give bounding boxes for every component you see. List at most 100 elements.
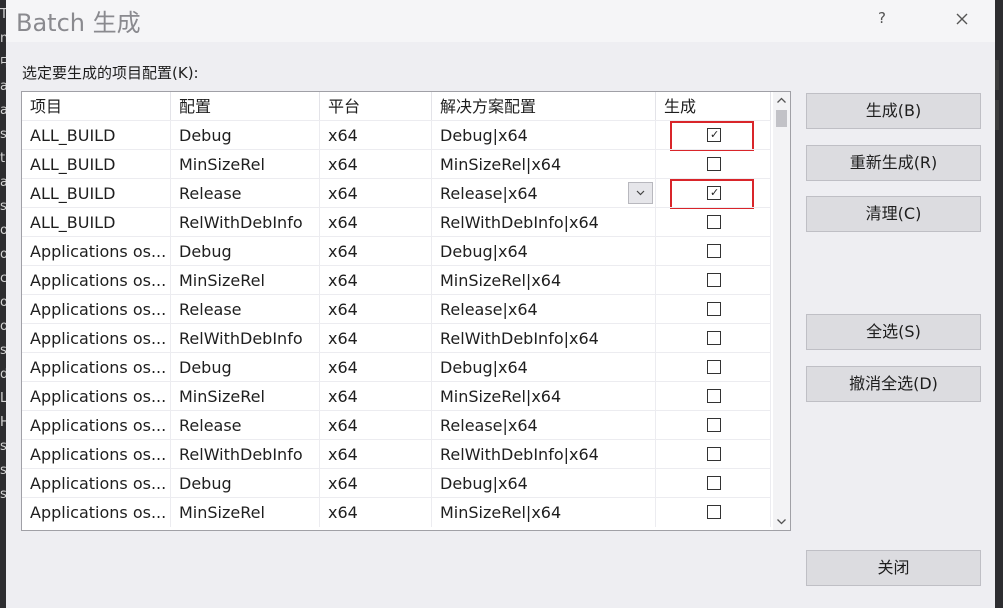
build-checkbox[interactable]: ✓ [707,186,721,200]
column-header-platform[interactable]: 平台 [320,92,432,120]
config-cell: Debug [171,121,320,150]
build-button[interactable]: 生成(B) [806,93,981,129]
table-row[interactable]: Applications os... MinSizeRel x64 MinSizeRe… [22,497,771,527]
build-checkbox[interactable] [707,418,721,432]
solution-config-dropdown-icon[interactable] [628,182,653,204]
build-cell: ✓ [656,179,771,208]
solution-config-cell: Debug|x64 [432,237,656,266]
dialog-title: Batch 生成 [16,9,141,37]
project-cell: Applications os... [22,295,171,324]
build-checkbox[interactable] [707,447,721,461]
config-cell: Release [171,411,320,440]
build-cell [656,150,771,179]
build-checkbox[interactable] [707,331,721,345]
solution-config-cell: RelWithDebInfo|x64 [432,440,656,469]
background-right-strip [995,0,1003,608]
project-cell: Applications os... [22,440,171,469]
config-cell: RelWithDebInfo [171,440,320,469]
solution-config-cell: MinSizeRel|x64 [432,150,656,179]
table-row[interactable]: Applications os... Release x64 Release|x64 [22,410,771,440]
rebuild-button[interactable]: 重新生成(R) [806,145,981,181]
close-button[interactable]: 关闭 [806,550,981,586]
checkmark-icon: ✓ [710,128,720,141]
build-checkbox[interactable] [707,505,721,519]
grid-header: 项目 配置 平台 解决方案配置 生成 [22,92,771,120]
build-checkbox[interactable] [707,157,721,171]
grid-label: 选定要生成的项目配置(K): [22,64,199,82]
column-header-config[interactable]: 配置 [171,92,320,120]
build-cell [656,324,771,353]
table-row[interactable]: Applications os... Release x64 Release|x64 [22,294,771,324]
table-row[interactable]: ALL_BUILD Debug x64 Debug|x64 ✓ [22,120,771,150]
close-icon[interactable] [951,8,973,30]
solution-config-cell: RelWithDebInfo|x64 [432,208,656,237]
project-cell: Applications os... [22,411,171,440]
project-cell: Applications os... [22,382,171,411]
solution-config-cell: Debug|x64 [432,469,656,498]
column-header-build[interactable]: 生成 [656,92,771,120]
table-row[interactable]: Applications os... RelWithDebInfo x64 RelWi… [22,323,771,353]
config-cell: Debug [171,469,320,498]
build-checkbox[interactable] [707,389,721,403]
table-row[interactable]: Applications os... Debug x64 Debug|x64 [22,352,771,382]
build-checkbox[interactable] [707,244,721,258]
build-checkbox[interactable]: ✓ [707,128,721,142]
column-header-solution-config[interactable]: 解决方案配置 [432,92,656,120]
solution-config-cell: Release|x64 [432,295,656,324]
solution-config-cell: Debug|x64 [432,353,656,382]
table-row[interactable]: ALL_BUILD RelWithDebInfo x64 RelWithDebInfo… [22,207,771,237]
config-cell: MinSizeRel [171,498,320,527]
platform-cell: x64 [320,208,432,237]
deselect-all-button[interactable]: 撤消全选(D) [806,366,981,402]
table-row[interactable]: ALL_BUILD Release x64 Release|x64 ✓ [22,178,771,208]
platform-cell: x64 [320,324,432,353]
table-row[interactable]: ALL_BUILD MinSizeRel x64 MinSizeRel|x64 [22,149,771,179]
config-cell: MinSizeRel [171,266,320,295]
background-glyph: t [0,151,6,166]
platform-cell: x64 [320,353,432,382]
scroll-down-icon[interactable] [773,513,790,530]
solution-config-cell: MinSizeRel|x64 [432,266,656,295]
project-cell: Applications os... [22,237,171,266]
column-header-project[interactable]: 项目 [22,92,171,120]
vertical-scrollbar[interactable] [773,92,790,530]
build-checkbox[interactable] [707,302,721,316]
build-checkbox[interactable] [707,360,721,374]
table-row[interactable]: Applications os... Debug x64 Debug|x64 [22,468,771,498]
platform-cell: x64 [320,498,432,527]
build-cell [656,266,771,295]
table-row[interactable]: Applications os... MinSizeRel x64 MinSizeRe… [22,381,771,411]
build-cell [656,237,771,266]
solution-config-cell: RelWithDebInfo|x64 [432,324,656,353]
platform-cell: x64 [320,411,432,440]
build-cell [656,498,771,527]
project-cell: ALL_BUILD [22,208,171,237]
project-cell: ALL_BUILD [22,150,171,179]
build-cell [656,440,771,469]
config-cell: Debug [171,353,320,382]
build-checkbox[interactable] [707,476,721,490]
select-all-button[interactable]: 全选(S) [806,314,981,350]
build-cell [656,411,771,440]
project-config-grid[interactable]: 项目 配置 平台 解决方案配置 生成 ALL_BUILD Debug x64 Debu… [21,91,791,531]
config-cell: MinSizeRel [171,382,320,411]
platform-cell: x64 [320,295,432,324]
batch-build-dialog: Batch 生成 ? 选定要生成的项目配置(K): 项目 配置 平台 解决方案配… [6,0,995,608]
scroll-up-icon[interactable] [773,92,790,109]
platform-cell: x64 [320,469,432,498]
solution-config-cell: Release|x64 [432,411,656,440]
platform-cell: x64 [320,382,432,411]
scrollbar-thumb[interactable] [776,110,787,127]
table-row[interactable]: Applications os... RelWithDebInfo x64 RelWi… [22,439,771,469]
build-cell [656,353,771,382]
platform-cell: x64 [320,237,432,266]
build-cell: ✓ [656,121,771,150]
table-row[interactable]: Applications os... Debug x64 Debug|x64 [22,236,771,266]
build-checkbox[interactable] [707,273,721,287]
build-checkbox[interactable] [707,215,721,229]
clean-button[interactable]: 清理(C) [806,196,981,232]
help-button[interactable]: ? [878,9,886,27]
table-row[interactable]: Applications os... MinSizeRel x64 MinSizeRe… [22,265,771,295]
config-cell: RelWithDebInfo [171,208,320,237]
project-cell: Applications os... [22,324,171,353]
